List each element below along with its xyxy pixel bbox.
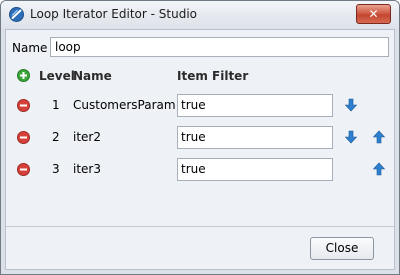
footer-divider — [6, 226, 394, 227]
remove-icon[interactable] — [17, 163, 30, 176]
remove-icon[interactable] — [17, 99, 30, 112]
item-filter-input[interactable]: true — [177, 126, 333, 149]
row-level: 3 — [52, 162, 60, 176]
arrow-down-icon[interactable] — [344, 130, 358, 144]
remove-icon[interactable] — [17, 131, 30, 144]
row-name: iter3 — [73, 162, 101, 176]
arrow-down-icon[interactable] — [344, 98, 358, 112]
row-level: 2 — [52, 130, 60, 144]
name-header: Name — [73, 69, 112, 83]
arrow-up-icon[interactable] — [372, 162, 386, 176]
studio-icon — [9, 7, 24, 22]
add-icon[interactable] — [17, 69, 30, 82]
item-filter-header: Item Filter — [177, 69, 249, 83]
dialog-window: Loop Iterator Editor - Studio ✕ Name loo… — [0, 0, 400, 275]
name-input[interactable]: loop — [50, 37, 389, 57]
item-filter-input[interactable]: true — [177, 158, 333, 181]
window-close-button[interactable]: ✕ — [356, 4, 391, 24]
name-label: Name — [12, 41, 48, 55]
title-bar[interactable]: Loop Iterator Editor - Studio ✕ — [1, 1, 399, 28]
row-name: iter2 — [73, 130, 101, 144]
arrow-up-icon[interactable] — [372, 130, 386, 144]
row-name: CustomersParam — [73, 98, 176, 112]
level-header: Level — [39, 69, 75, 83]
row-level: 1 — [52, 98, 60, 112]
item-filter-input[interactable]: true — [177, 94, 333, 117]
window-title: Loop Iterator Editor - Studio — [30, 7, 197, 21]
close-button[interactable]: Close — [310, 237, 374, 260]
dialog-body: Name loop Level Name Item Filter 1 Custo… — [5, 29, 395, 270]
